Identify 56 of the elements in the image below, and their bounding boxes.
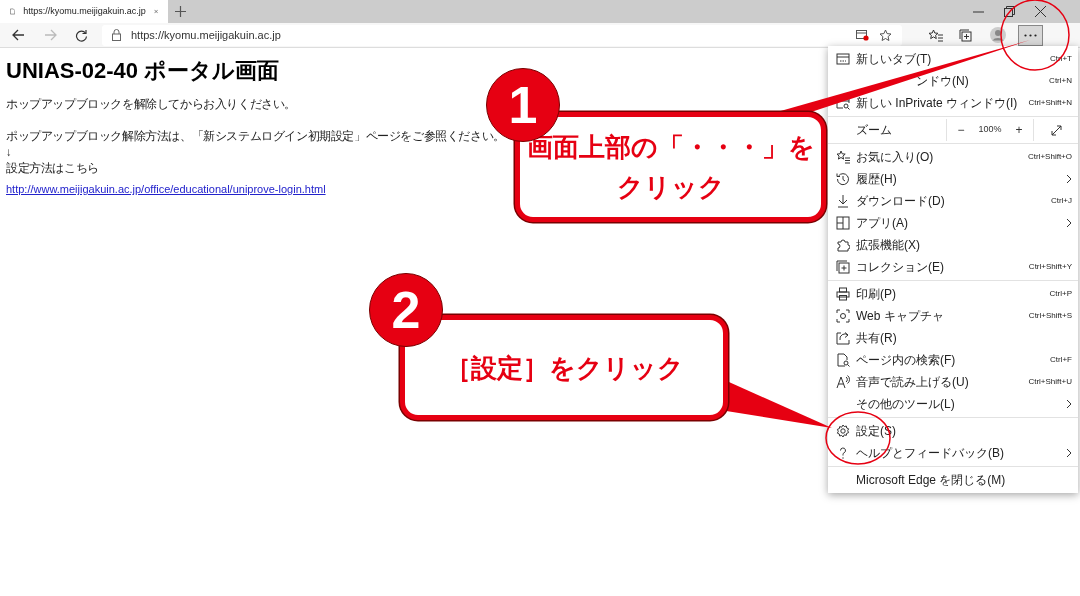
download-icon xyxy=(836,194,850,208)
collections-icon[interactable] xyxy=(959,28,972,42)
avatar-icon[interactable] xyxy=(990,27,1006,43)
zoom-label: ズーム xyxy=(856,122,893,139)
page-search-icon xyxy=(836,353,850,367)
menu-item[interactable]: ンドウ(N) Ctrl+N xyxy=(828,70,1078,92)
page-heading: UNIAS-02-40 ポータル画面 xyxy=(6,58,280,84)
refresh-icon[interactable] xyxy=(75,28,88,42)
menu-item[interactable]: ページ内の検索(F) Ctrl+F xyxy=(828,349,1078,371)
favorites-icon[interactable] xyxy=(928,28,943,42)
menu-item[interactable]: Web キャプチャ Ctrl+Shift+S xyxy=(828,305,1078,327)
menu-item[interactable]: その他のツール(L) xyxy=(828,393,1078,415)
capture-icon xyxy=(836,309,850,323)
chevron-icon xyxy=(1066,448,1072,458)
page-icon xyxy=(10,5,16,18)
collections-icon xyxy=(836,260,850,274)
fullscreen-icon[interactable] xyxy=(1050,124,1062,136)
page-text: ポップアップブロック解除方法は、「新システムログイン初期設定」ページをご参照ください。 xyxy=(6,129,505,144)
share-icon xyxy=(836,331,850,345)
more-button[interactable] xyxy=(1018,24,1043,46)
new-tab-icon[interactable] xyxy=(175,6,186,17)
zoom-out-button[interactable]: − xyxy=(947,121,975,139)
menu-item[interactable]: コレクション(E) Ctrl+Shift+Y xyxy=(828,256,1078,278)
menu-item[interactable]: アプリ(A) xyxy=(828,212,1078,234)
star-icon[interactable] xyxy=(879,28,892,42)
menu-item[interactable]: Microsoft Edge を閉じる(M) xyxy=(828,469,1078,491)
lock-icon xyxy=(112,29,121,41)
settings-icon xyxy=(836,424,850,438)
menu-item[interactable]: 音声で読み上げる(U) Ctrl+Shift+U xyxy=(828,371,1078,393)
zoom-level: 100% xyxy=(977,123,1003,137)
chevron-icon xyxy=(1066,399,1072,409)
more-icon xyxy=(1024,33,1037,37)
page-text: 設定方法はこちら xyxy=(6,161,99,176)
page-text: ホップアップブロックを解除してからお入りください。 xyxy=(6,97,296,112)
read-aloud-icon xyxy=(836,375,850,389)
menu-item[interactable]: 共有(R) xyxy=(828,327,1078,349)
address-field[interactable]: https://kyomu.meijigakuin.ac.jp xyxy=(102,24,902,46)
menu-item[interactable]: 拡張機能(X) xyxy=(828,234,1078,256)
tab-icon xyxy=(836,52,850,66)
tracking-icon[interactable] xyxy=(856,29,869,41)
apps-icon xyxy=(836,216,850,230)
history-icon xyxy=(836,172,850,186)
zoom-in-button[interactable]: + xyxy=(1005,121,1033,139)
maximize-icon[interactable] xyxy=(1004,6,1015,17)
chevron-icon xyxy=(1066,174,1072,184)
menu-item[interactable]: 履歴(H) xyxy=(828,168,1078,190)
chevron-icon xyxy=(1066,218,1072,228)
page-text: ↓ xyxy=(6,145,12,160)
menu-item[interactable]: ダウンロード(D) Ctrl+J xyxy=(828,190,1078,212)
back-icon[interactable] xyxy=(12,29,25,41)
menu-item[interactable]: お気に入り(O) Ctrl+Shift+O xyxy=(828,146,1078,168)
close-icon[interactable] xyxy=(1035,6,1046,17)
page-link[interactable]: http://www.meijigakuin.ac.jp/office/educational/uniprove-login.html xyxy=(6,183,326,195)
favorites-icon xyxy=(836,150,850,164)
printer-icon xyxy=(836,287,850,301)
menu-item[interactable]: 印刷(P) Ctrl+P xyxy=(828,283,1078,305)
